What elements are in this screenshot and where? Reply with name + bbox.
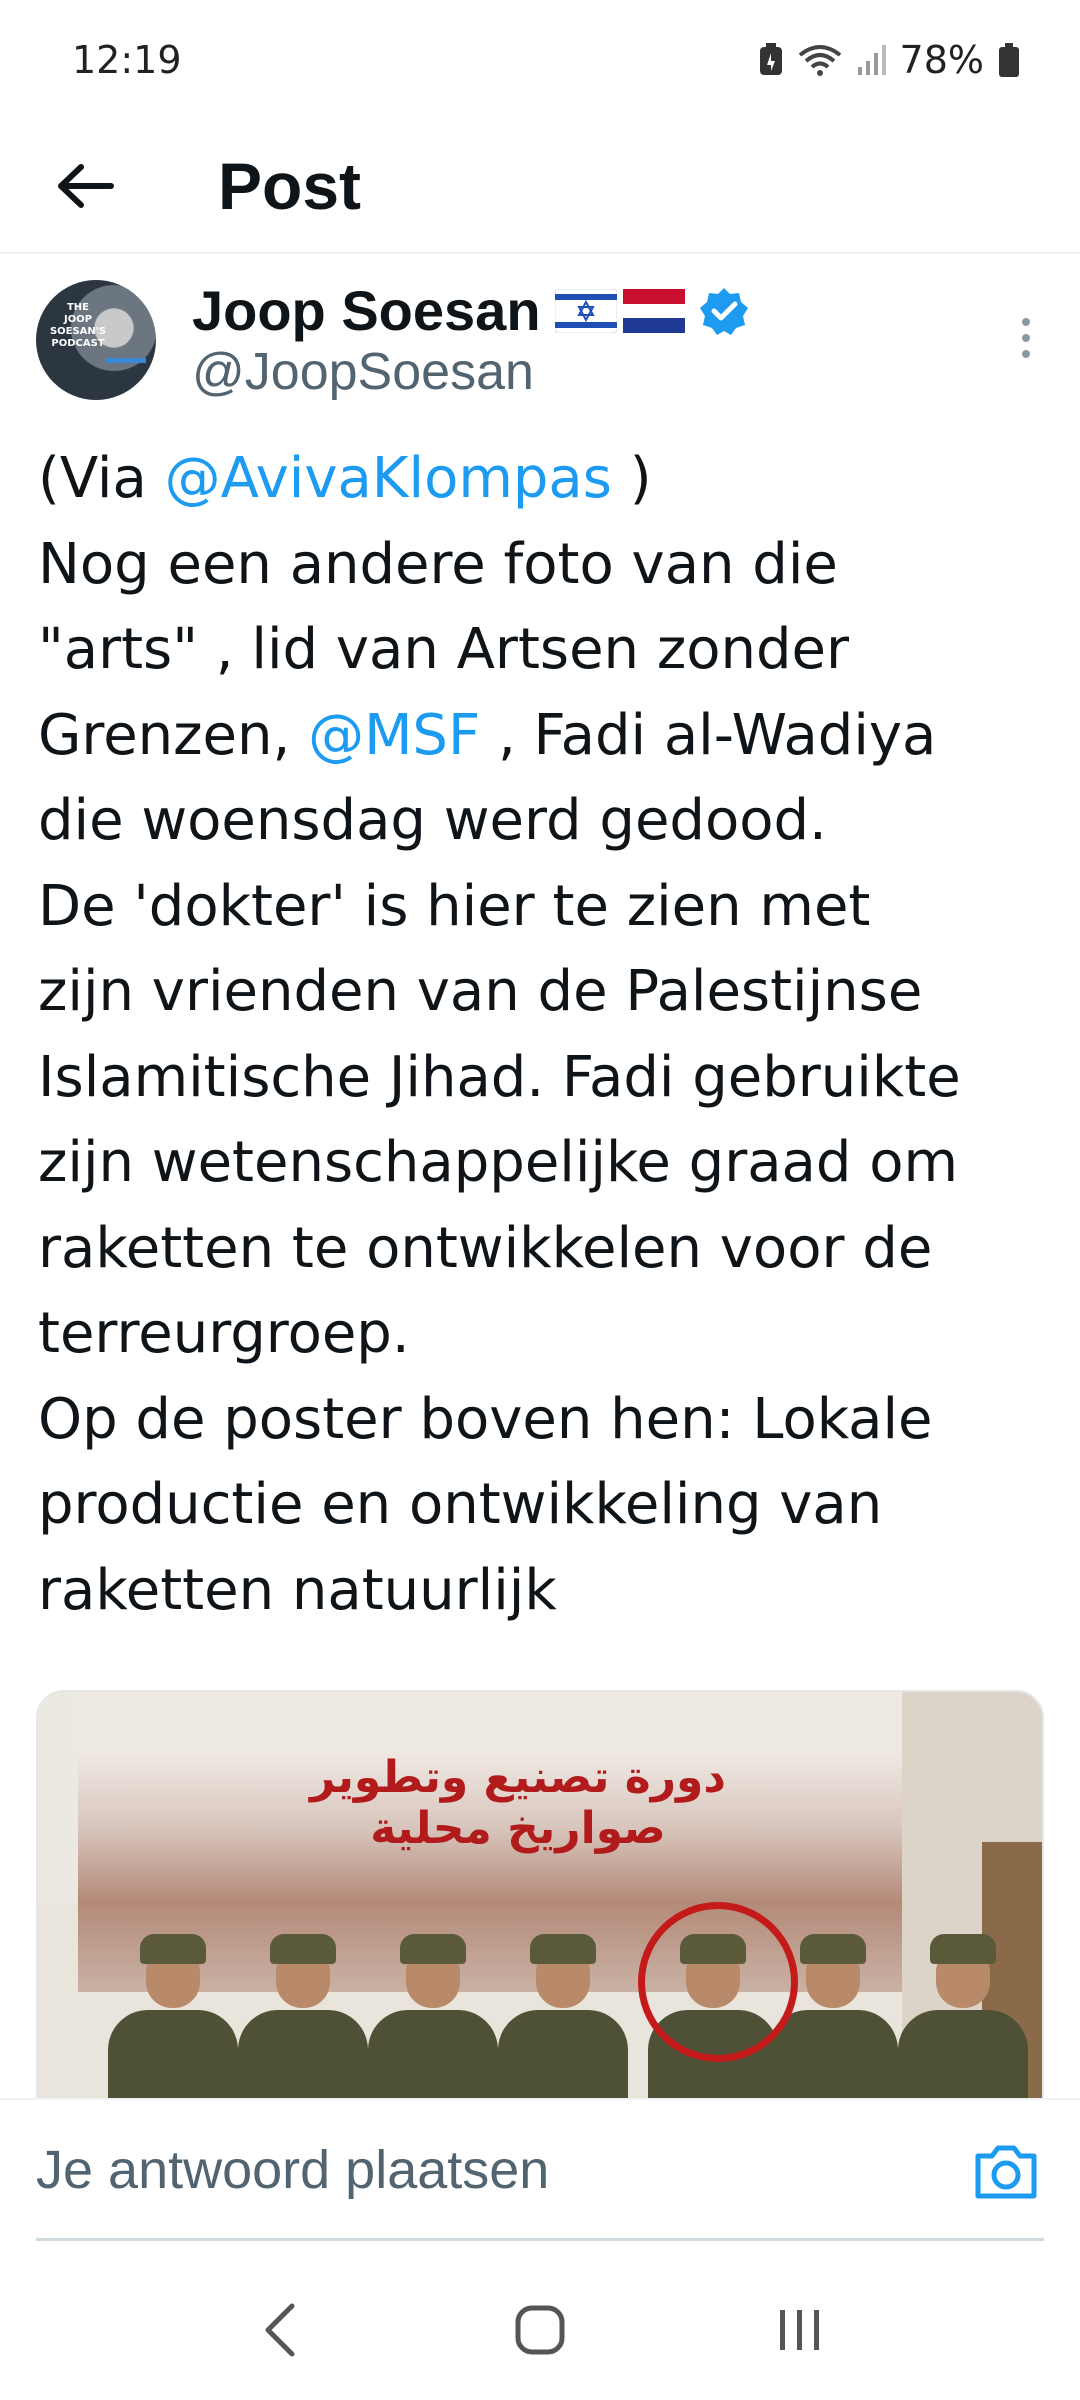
post-header: THE JOOP SOESAN'S PODCAST Joop Soesan @Joop… [36, 278, 1046, 408]
person [368, 1928, 498, 2098]
post-text-line: (Via @AvivaKlompas ) [38, 446, 652, 511]
avatar[interactable]: THE JOOP SOESAN'S PODCAST [36, 280, 156, 400]
home-square-icon [515, 2305, 565, 2355]
reply-underline [36, 2238, 1044, 2241]
person [498, 1928, 628, 2098]
post-text-line: zijn vrienden van de Palestijnse [38, 959, 923, 1024]
post-text-line: die woensdag werd gedood. [38, 788, 827, 853]
nav-home-button[interactable] [500, 2290, 580, 2370]
avatar-logo-text: THE JOOP SOESAN'S PODCAST [49, 302, 107, 349]
author-handle[interactable]: @JoopSoesan [192, 342, 534, 402]
mention-link[interactable]: @AvivaKlompas [165, 446, 612, 511]
author-flags [554, 288, 685, 333]
person [108, 1928, 238, 2098]
poster-text: دورة تصنيع وتطوير صواريخ محلية [310, 1752, 726, 1854]
post-text-line: raketten natuurlijk [38, 1557, 557, 1623]
post-text-line: raketten te ontwikkelen voor de [38, 1215, 933, 1281]
nav-back-button[interactable] [240, 2290, 320, 2370]
screen: 12:19 78% Post THEJOOPSOESAN'SPODCAST [0, 0, 1080, 2400]
author-row: Joop Soesan [192, 278, 749, 343]
post-text: (Via @AvivaKlompas ) Nog een andere foto … [38, 436, 1048, 1633]
post-text-line: De 'dokter' is hier te zien met [38, 873, 871, 939]
person [898, 1928, 1028, 2098]
post-text-line: zijn wetenschappelijke graad om [38, 1130, 959, 1195]
nav-recents-button[interactable] [760, 2290, 840, 2370]
israel-flag-icon [554, 288, 617, 333]
back-button[interactable] [40, 141, 130, 231]
camera-icon [975, 2145, 1037, 2199]
chevron-left-icon [265, 2303, 295, 2357]
post-image[interactable]: دورة تصنيع وتطوير صواريخ محلية [36, 1690, 1044, 2100]
app-bar: Post [0, 120, 1080, 254]
system-nav-bar [0, 2260, 1080, 2400]
arrow-left-icon [58, 164, 114, 208]
battery-icon [998, 43, 1020, 77]
post-text-line: Nog een andere foto van die [38, 531, 838, 597]
page-title: Post [218, 149, 362, 223]
status-icons: 78% [758, 38, 1020, 82]
status-bar: 12:19 78% [0, 0, 1080, 120]
post-text-line: Grenzen, @MSF , Fadi al-Wadiya [38, 702, 937, 768]
highlight-circle [638, 1902, 798, 2062]
post-text-line: "arts" , lid van Artsen zonder [38, 617, 849, 682]
battery-saver-icon [758, 43, 784, 77]
post-text-line: Op de poster boven hen: Lokale [38, 1386, 933, 1452]
battery-percent: 78% [899, 38, 984, 82]
netherlands-flag-icon [622, 288, 685, 333]
more-options-button[interactable] [1006, 308, 1046, 368]
cellular-signal-icon [856, 43, 886, 77]
post-text-line: productie en ontwikkeling van [38, 1472, 883, 1537]
more-vertical-icon [1022, 318, 1030, 358]
author-name[interactable]: Joop Soesan [192, 278, 541, 343]
camera-button[interactable] [972, 2142, 1040, 2202]
post-text-line: Islamitische Jihad. Fadi gebruikte [38, 1044, 961, 1110]
status-time: 12:19 [72, 38, 182, 82]
verified-badge-icon [699, 287, 748, 335]
post-text-line: terreurgroep. [38, 1301, 410, 1366]
wifi-icon [798, 43, 842, 77]
recents-icon [780, 2310, 819, 2350]
reply-input[interactable]: Je antwoord plaatsen [36, 2130, 936, 2210]
reply-bar: Je antwoord plaatsen [0, 2098, 1080, 2260]
mention-link[interactable]: @MSF [308, 703, 480, 768]
person [238, 1928, 368, 2098]
